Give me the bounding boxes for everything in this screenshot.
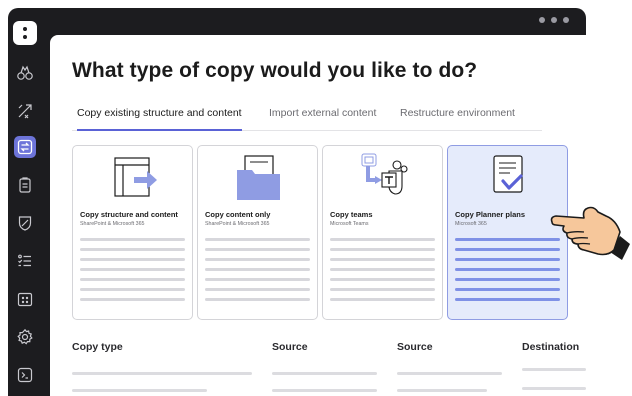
card-title: Copy Planner plans	[455, 210, 526, 219]
card-placeholder-lines	[205, 238, 310, 308]
tab-copy-existing[interactable]: Copy existing structure and content	[77, 107, 242, 131]
card-placeholder-lines	[80, 238, 185, 308]
column-header-copy-type[interactable]: Copy type	[72, 341, 123, 353]
app-logo-icon[interactable]	[13, 21, 37, 45]
table-row-placeholder	[72, 389, 207, 392]
table-row-placeholder	[522, 368, 586, 371]
card-copy-structure-and-content[interactable]: Copy structure and content SharePoint & …	[72, 145, 193, 320]
binoculars-icon[interactable]	[14, 62, 36, 84]
table-row-placeholder	[397, 389, 487, 392]
card-title: Copy teams	[330, 210, 373, 219]
tab-restructure[interactable]: Restructure environment	[400, 107, 515, 131]
column-header-source-2[interactable]: Source	[397, 341, 433, 353]
card-subtitle: Microsoft Teams	[330, 221, 369, 227]
pointing-hand-icon	[548, 192, 632, 268]
card-copy-teams[interactable]: Copy teams Microsoft Teams	[322, 145, 443, 320]
page-title: What type of copy would you like to do?	[72, 59, 478, 82]
card-title: Copy content only	[205, 210, 271, 219]
shield-icon[interactable]	[14, 212, 36, 234]
copy-swap-icon[interactable]	[14, 136, 36, 158]
calendar-icon[interactable]	[14, 288, 36, 310]
table-row-placeholder	[72, 372, 252, 375]
window-dot[interactable]	[551, 17, 557, 23]
clipboard-icon[interactable]	[14, 174, 36, 196]
tab-bar: Copy existing structure and content Impo…	[72, 107, 542, 131]
table-row-placeholder	[522, 387, 586, 390]
table-row-placeholder	[272, 389, 377, 392]
sidebar	[8, 8, 50, 396]
gear-icon[interactable]	[14, 326, 36, 348]
table-row-placeholder	[397, 372, 502, 375]
teams-icon	[323, 150, 442, 206]
card-title: Copy structure and content	[80, 210, 178, 219]
card-subtitle: Microsoft 365	[455, 221, 487, 227]
list-check-icon[interactable]	[14, 250, 36, 272]
folder-icon	[198, 150, 317, 206]
app-window: What type of copy would you like to do? …	[8, 8, 586, 396]
window-dot[interactable]	[563, 17, 569, 23]
column-header-source[interactable]: Source	[272, 341, 308, 353]
card-copy-content-only[interactable]: Copy content only SharePoint & Microsoft…	[197, 145, 318, 320]
window-controls	[539, 17, 569, 23]
terminal-icon[interactable]	[14, 364, 36, 386]
column-header-destination[interactable]: Destination	[522, 341, 579, 353]
card-subtitle: SharePoint & Microsoft 365	[205, 221, 270, 227]
main-content: What type of copy would you like to do? …	[50, 35, 586, 396]
tab-import-external[interactable]: Import external content	[269, 107, 376, 131]
card-placeholder-lines	[330, 238, 435, 308]
card-placeholder-lines	[455, 238, 560, 308]
table-row-placeholder	[272, 372, 377, 375]
card-subtitle: SharePoint & Microsoft 365	[80, 221, 145, 227]
transfer-arrows-icon[interactable]	[14, 100, 36, 122]
window-arrow-icon	[73, 150, 192, 206]
window-dot[interactable]	[539, 17, 545, 23]
